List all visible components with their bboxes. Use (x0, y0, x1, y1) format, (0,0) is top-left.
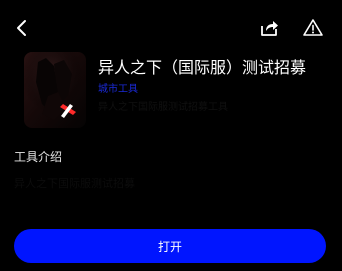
app-icon-artwork (24, 52, 86, 128)
top-bar (0, 0, 342, 56)
app-developer[interactable]: 城市工具 (98, 84, 138, 96)
app-title: 异人之下（国际服）测试招募 (98, 58, 307, 77)
app-icon (24, 52, 86, 128)
warning-triangle-icon[interactable] (302, 17, 324, 39)
section-title: 工具介绍 (14, 150, 63, 164)
share-icon[interactable] (258, 17, 280, 39)
open-button[interactable]: 打开 (14, 229, 326, 263)
section-description: 异人之下国际服测试招募 (14, 177, 135, 190)
app-subtitle: 异人之下国际服测试招募工具 (98, 102, 228, 113)
back-icon[interactable] (14, 18, 30, 38)
